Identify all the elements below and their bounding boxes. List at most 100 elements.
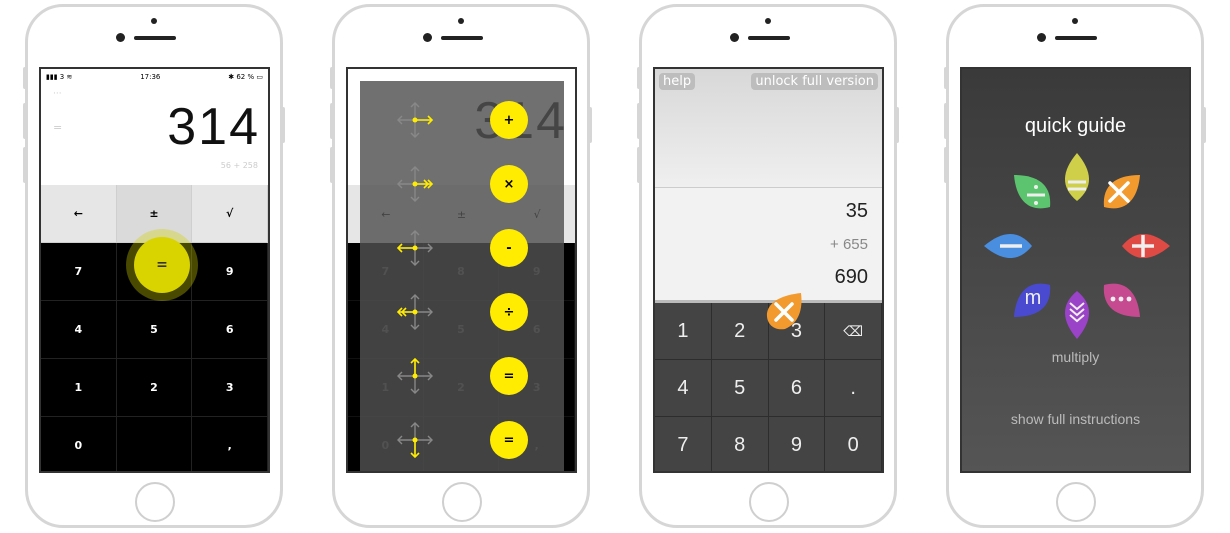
key-4[interactable]: 4 (41, 301, 117, 359)
gesture-row-divide: ÷ (360, 287, 564, 337)
speaker-slot (748, 36, 790, 40)
swipe-up-icon (397, 357, 433, 394)
key-7[interactable]: 7 (41, 243, 117, 301)
screen-3: help unlock full version 35 + 655 690 1 … (653, 67, 884, 473)
equals-indicator: = (53, 121, 63, 134)
key-2[interactable]: 2 (116, 359, 193, 417)
camera-dot (116, 33, 125, 42)
swipe-right-icon (397, 102, 434, 138)
touch-highlight[interactable]: = (126, 229, 198, 301)
key-comma[interactable]: , (192, 417, 268, 471)
gesture-row-equals-up: = (360, 351, 564, 401)
key-8[interactable]: 8 (711, 417, 769, 471)
side-button (637, 147, 641, 183)
key-0[interactable]: 0 (825, 417, 882, 471)
camera-dot (423, 33, 432, 42)
selected-operation: multiply (1051, 349, 1100, 365)
home-button[interactable] (1056, 482, 1096, 522)
divide-petal-icon[interactable] (1014, 175, 1051, 209)
key-3[interactable]: 3 (192, 359, 268, 417)
key-2[interactable]: 2 (711, 303, 769, 360)
calc-display: 35 + 655 690 (655, 187, 882, 303)
multiply-petal-icon[interactable] (1103, 175, 1140, 209)
sensor-dot (1072, 18, 1078, 24)
key-blank[interactable] (117, 417, 193, 471)
menu-dots[interactable]: ··· (53, 89, 62, 99)
backspace-icon[interactable]: ⌫ (825, 303, 882, 360)
side-button (23, 147, 27, 183)
key-7[interactable]: 7 (655, 417, 712, 471)
side-button (944, 103, 948, 139)
equals-operator: = (490, 357, 528, 395)
result-value: 314 (167, 98, 260, 156)
side-button (281, 107, 285, 143)
help-button[interactable]: help (659, 73, 696, 90)
key-1[interactable]: 1 (41, 359, 117, 417)
home-button[interactable] (135, 482, 175, 522)
screen-1: ▮▮▮ 3 ≋ 17:36 ✱ 62 % ▭ ··· = 314 56 + 25… (39, 67, 270, 473)
minus-petal-icon[interactable] (984, 233, 1032, 259)
backspace-key[interactable]: ← (41, 185, 117, 243)
phone-frame-2: 314 ← ± √ 7 8 9 4 5 6 1 2 3 0 , (330, 4, 592, 528)
equals-operator: = (490, 421, 528, 459)
plus-operator: + (490, 101, 528, 139)
speaker-slot (1055, 36, 1097, 40)
speaker-slot (441, 36, 483, 40)
keypad: ← ± √ 7 8 9 4 5 6 1 2 3 0 , (41, 185, 268, 471)
equals-petal-icon[interactable] (1064, 153, 1090, 201)
camera-dot (1037, 33, 1046, 42)
key-4[interactable]: 4 (655, 360, 712, 417)
equals-button[interactable]: = (134, 237, 190, 293)
more-petal-icon[interactable] (1103, 283, 1140, 317)
key-decimal[interactable]: . (825, 360, 882, 417)
plus-petal-icon[interactable] (1122, 233, 1170, 259)
phone-frame-1: ▮▮▮ 3 ≋ 17:36 ✱ 62 % ▭ ··· = 314 56 + 25… (23, 4, 285, 528)
sensor-dot (458, 18, 464, 24)
unlock-button[interactable]: unlock full version (751, 73, 878, 90)
key-0[interactable]: 0 (41, 417, 117, 471)
swipe-down-icon (397, 422, 433, 459)
expression: 56 + 258 (220, 161, 258, 170)
side-button (330, 147, 334, 183)
gesture-row-multiply: × (360, 159, 564, 209)
key-6[interactable]: 6 (768, 360, 826, 417)
divide-operator: ÷ (490, 293, 528, 331)
screen-2: 314 ← ± √ 7 8 9 4 5 6 1 2 3 0 , (346, 67, 577, 473)
key-5[interactable]: 5 (711, 360, 769, 417)
multiply-operator: × (490, 165, 528, 203)
memory-petal-icon[interactable]: m (1014, 283, 1051, 317)
operand-2: + 655 (830, 236, 868, 253)
gesture-guide-overlay: + × - ÷ = = (360, 81, 564, 471)
sensor-dot (151, 18, 157, 24)
signal-indicator: ▮▮▮ 3 ≋ (46, 73, 73, 81)
side-button (637, 67, 641, 89)
side-button (23, 103, 27, 139)
clear-petal-icon[interactable] (1064, 291, 1090, 339)
phone-frame-3: help unlock full version 35 + 655 690 1 … (637, 4, 899, 528)
calc-display: ··· = 314 56 + 258 (41, 85, 268, 185)
status-bar: ▮▮▮ 3 ≋ 17:36 ✱ 62 % ▭ (41, 69, 268, 85)
side-button (637, 103, 641, 139)
show-instructions-link[interactable]: show full instructions (962, 411, 1189, 427)
home-button[interactable] (749, 482, 789, 522)
swipe-left-icon (396, 230, 433, 266)
side-button (944, 67, 948, 89)
result-value: 690 (834, 266, 868, 288)
phone-frame-4: quick guide m multiply show full instruc… (944, 4, 1206, 528)
side-button (330, 103, 334, 139)
sqrt-key[interactable]: √ (192, 185, 268, 243)
side-button (23, 67, 27, 89)
home-button[interactable] (442, 482, 482, 522)
guide-title: quick guide (1024, 115, 1127, 137)
side-button (330, 67, 334, 89)
camera-dot (730, 33, 739, 42)
key-9[interactable]: 9 (192, 243, 268, 301)
side-button (1202, 107, 1206, 143)
key-6[interactable]: 6 (192, 301, 268, 359)
gesture-row-plus: + (360, 95, 564, 145)
multiply-drop-icon[interactable] (763, 289, 807, 333)
key-1[interactable]: 1 (655, 303, 712, 360)
key-9[interactable]: 9 (768, 417, 826, 471)
key-5[interactable]: 5 (116, 301, 193, 359)
side-button (944, 147, 948, 183)
